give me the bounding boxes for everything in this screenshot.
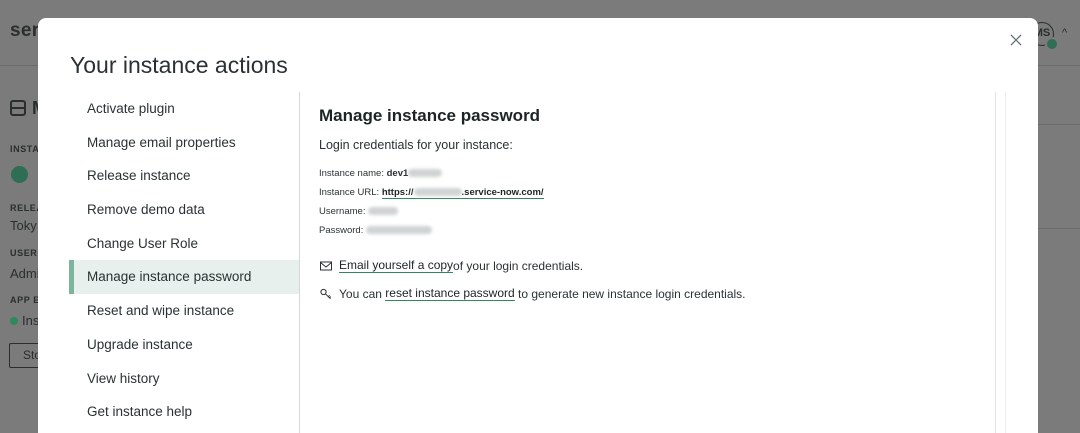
redacted-text <box>413 188 462 197</box>
instance-actions-modal: Your instance actions Activate plugin Man… <box>38 18 1038 433</box>
menu-divider <box>299 92 300 433</box>
modal-title: Your instance actions <box>70 52 288 78</box>
password-label: Password: <box>319 225 364 236</box>
password-field: Password: <box>319 224 989 243</box>
reset-rest-text: to generate new instance login credentia… <box>518 286 746 301</box>
status-dot-icon <box>10 317 18 325</box>
menu-item-activate-plugin[interactable]: Activate plugin <box>69 92 299 126</box>
reset-row: You can reset instance password to gener… <box>319 286 746 301</box>
menu-item-release-instance[interactable]: Release instance <box>69 159 299 193</box>
redacted-text <box>368 207 399 216</box>
instance-url-prefix: https:// <box>381 187 414 198</box>
menu-item-get-instance-help[interactable]: Get instance help <box>69 395 299 429</box>
actions-menu: Activate plugin Manage email properties Re… <box>69 92 299 429</box>
detail-subtitle: Login credentials for your instance: <box>319 138 513 152</box>
menu-item-manage-instance-password[interactable]: Manage instance password <box>69 260 299 295</box>
instance-url-suffix: .service-now.com/ <box>461 187 544 198</box>
detail-panel: Manage instance password Login credentia… <box>319 106 989 301</box>
background-divider <box>1038 124 1080 125</box>
email-copy-link[interactable]: Email yourself a copy <box>339 258 454 273</box>
key-icon <box>319 287 333 301</box>
background-divider <box>1038 228 1080 229</box>
instance-status-icon <box>11 166 28 183</box>
chevron-up-icon: ^ <box>1062 27 1068 39</box>
menu-item-manage-email-properties[interactable]: Manage email properties <box>69 126 299 160</box>
email-rest-text: of your login credentials. <box>453 258 584 273</box>
mail-icon <box>319 259 333 273</box>
instance-name-label: Instance name: <box>319 168 384 179</box>
background-label-user: USER <box>10 248 38 258</box>
username-field: Username: <box>319 205 989 224</box>
background-release-value: Toky <box>10 218 37 233</box>
avatar-status-icon <box>1045 37 1059 51</box>
email-row: Email yourself a copy of your login cred… <box>319 258 583 273</box>
instance-name-value: dev1 <box>386 168 409 179</box>
background-label-app: APP E <box>10 295 40 305</box>
instance-url-label: Instance URL: <box>319 187 380 198</box>
scrollbar-track[interactable] <box>995 92 996 433</box>
scrollbar-edge <box>1005 92 1006 433</box>
reset-password-link[interactable]: reset instance password <box>385 286 515 301</box>
redacted-text <box>408 169 443 178</box>
menu-item-remove-demo-data[interactable]: Remove demo data <box>69 193 299 227</box>
instance-url-field: Instance URL: https:// .service-now.com/ <box>319 186 989 205</box>
background-user-value: Admi <box>10 266 40 281</box>
detail-heading: Manage instance password <box>319 106 541 125</box>
menu-item-reset-and-wipe-instance[interactable]: Reset and wipe instance <box>69 294 299 328</box>
menu-item-view-history[interactable]: View history <box>69 362 299 396</box>
background-status-value: Ins <box>22 313 40 328</box>
redacted-text <box>366 226 432 235</box>
server-icon <box>10 100 26 116</box>
instance-name-field: Instance name: dev1 <box>319 167 989 186</box>
username-label: Username: <box>319 206 366 217</box>
instance-url-link[interactable]: https:// .service-now.com/ <box>381 187 544 199</box>
reset-prefix-text: You can <box>339 286 382 301</box>
menu-item-upgrade-instance[interactable]: Upgrade instance <box>69 328 299 362</box>
close-icon[interactable] <box>1007 31 1025 49</box>
background-label-instance: INSTA <box>10 144 40 154</box>
menu-item-change-user-role[interactable]: Change User Role <box>69 227 299 261</box>
